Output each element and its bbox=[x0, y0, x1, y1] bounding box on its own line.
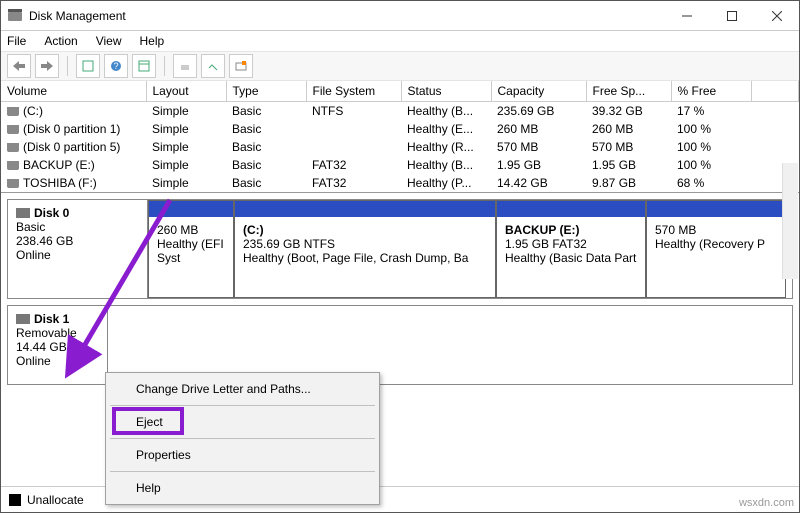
maximize-button[interactable] bbox=[709, 1, 754, 31]
vertical-scrollbar[interactable] bbox=[782, 163, 798, 279]
toolbar: ? bbox=[1, 51, 799, 81]
help-button[interactable]: ? bbox=[104, 54, 128, 78]
volume-icon bbox=[7, 125, 19, 134]
volume-icon bbox=[7, 161, 19, 170]
col-pctfree[interactable]: % Free bbox=[671, 81, 751, 102]
col-free[interactable]: Free Sp... bbox=[586, 81, 671, 102]
volume-icon bbox=[7, 179, 19, 188]
forward-button[interactable] bbox=[35, 54, 59, 78]
partition[interactable]: (C:)235.69 GB NTFSHealthy (Boot, Page Fi… bbox=[234, 200, 496, 298]
toolbar-btn-5[interactable] bbox=[201, 54, 225, 78]
toolbar-separator bbox=[164, 56, 165, 76]
disk-0-size: 238.46 GB bbox=[16, 234, 139, 248]
disk-0-label: Disk 0 bbox=[34, 206, 69, 220]
app-icon bbox=[7, 8, 23, 24]
partition[interactable]: 570 MBHealthy (Recovery P bbox=[646, 200, 786, 298]
menu-view[interactable]: View bbox=[96, 34, 122, 48]
toolbar-btn-1[interactable] bbox=[76, 54, 100, 78]
table-row[interactable]: BACKUP (E:)SimpleBasicFAT32Healthy (B...… bbox=[1, 156, 799, 174]
volume-table: Volume Layout Type File System Status Ca… bbox=[1, 81, 799, 193]
svg-text:?: ? bbox=[113, 61, 118, 71]
watermark: wsxdn.com bbox=[739, 497, 794, 509]
menu-file[interactable]: File bbox=[7, 34, 26, 48]
disk-0-row[interactable]: Disk 0 Basic 238.46 GB Online 260 MBHeal… bbox=[7, 199, 793, 299]
window-title: Disk Management bbox=[29, 9, 664, 23]
back-button[interactable] bbox=[7, 54, 31, 78]
disk-1-label: Disk 1 bbox=[34, 312, 69, 326]
col-status[interactable]: Status bbox=[401, 81, 491, 102]
table-row[interactable]: (Disk 0 partition 5)SimpleBasicHealthy (… bbox=[1, 138, 799, 156]
disk-1-size: 14.44 GB bbox=[16, 340, 99, 354]
partition[interactable]: 260 MBHealthy (EFI Syst bbox=[148, 200, 234, 298]
menu-change-drive-letter[interactable]: Change Drive Letter and Paths... bbox=[108, 376, 377, 402]
col-type[interactable]: Type bbox=[226, 81, 306, 102]
disk-0-status: Online bbox=[16, 248, 139, 262]
unallocated-swatch bbox=[9, 494, 21, 506]
table-row[interactable]: (Disk 0 partition 1)SimpleBasicHealthy (… bbox=[1, 120, 799, 138]
col-capacity[interactable]: Capacity bbox=[491, 81, 586, 102]
toolbar-btn-3[interactable] bbox=[132, 54, 156, 78]
table-row[interactable]: (C:)SimpleBasicNTFSHealthy (B...235.69 G… bbox=[1, 102, 799, 121]
close-button[interactable] bbox=[754, 1, 799, 31]
disk-1-status: Online bbox=[16, 354, 99, 368]
legend-unallocated: Unallocate bbox=[27, 493, 84, 507]
col-volume[interactable]: Volume bbox=[1, 81, 146, 102]
toolbar-separator bbox=[67, 56, 68, 76]
menu-help[interactable]: Help bbox=[140, 34, 165, 48]
menu-separator bbox=[110, 405, 375, 406]
volume-icon bbox=[7, 143, 19, 152]
disk-1-type: Removable bbox=[16, 326, 99, 340]
volume-icon bbox=[7, 107, 19, 116]
disk-icon bbox=[16, 314, 30, 324]
disk-icon bbox=[16, 208, 30, 218]
menu-action[interactable]: Action bbox=[44, 34, 77, 48]
col-layout[interactable]: Layout bbox=[146, 81, 226, 102]
disk-0-type: Basic bbox=[16, 220, 139, 234]
menubar: File Action View Help bbox=[1, 31, 799, 51]
menu-separator bbox=[110, 438, 375, 439]
col-filesystem[interactable]: File System bbox=[306, 81, 401, 102]
toolbar-btn-6[interactable] bbox=[229, 54, 253, 78]
toolbar-btn-4[interactable] bbox=[173, 54, 197, 78]
table-header-row: Volume Layout Type File System Status Ca… bbox=[1, 81, 799, 102]
menu-eject[interactable]: Eject bbox=[108, 409, 377, 435]
context-menu: Change Drive Letter and Paths... Eject P… bbox=[105, 372, 380, 505]
minimize-button[interactable] bbox=[664, 1, 709, 31]
menu-help[interactable]: Help bbox=[108, 475, 377, 501]
partition[interactable]: BACKUP (E:)1.95 GB FAT32Healthy (Basic D… bbox=[496, 200, 646, 298]
menu-properties[interactable]: Properties bbox=[108, 442, 377, 468]
table-row[interactable]: TOSHIBA (F:)SimpleBasicFAT32Healthy (P..… bbox=[1, 174, 799, 192]
titlebar: Disk Management bbox=[1, 1, 799, 31]
menu-separator bbox=[110, 471, 375, 472]
